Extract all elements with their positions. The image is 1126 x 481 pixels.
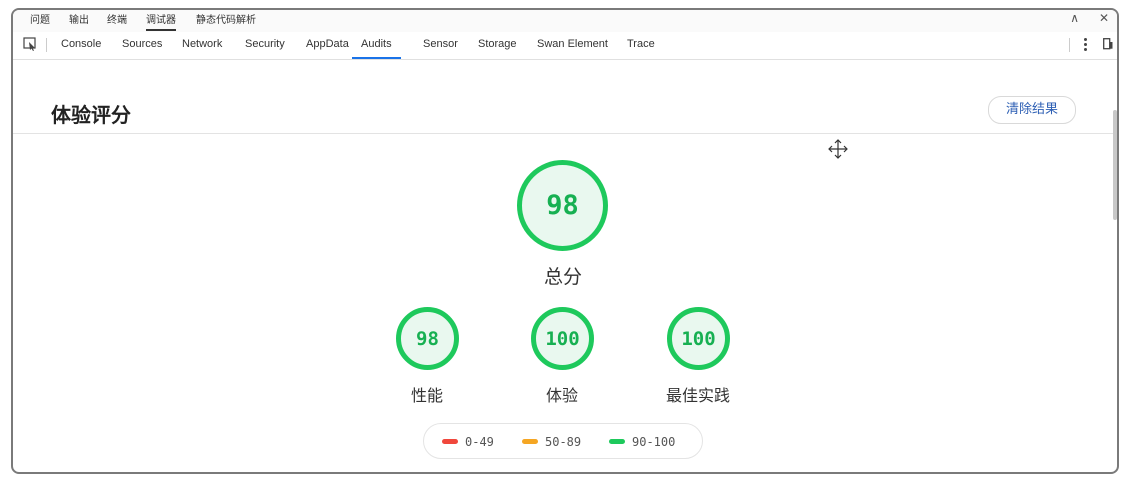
panel-tab-problems[interactable]: 问题 [30, 14, 50, 29]
best-practices-score-label: 最佳实践 [665, 386, 730, 405]
legend-swatch-green [609, 439, 625, 444]
inspect-element-icon[interactable] [23, 37, 37, 51]
close-icon[interactable]: ✕ [1099, 11, 1109, 25]
tab-console[interactable]: Console [61, 32, 101, 57]
legend-item-pass: 90-100 [609, 434, 675, 450]
tab-storage[interactable]: Storage [478, 32, 517, 57]
performance-score-label: 性能 [410, 386, 443, 405]
legend-item-fail: 0-49 [442, 434, 494, 450]
tab-network[interactable]: Network [182, 32, 222, 57]
panel-tab-debugger[interactable]: 调试器 [146, 14, 176, 31]
page-title: 体验评分 [51, 103, 131, 127]
audits-panel: 体验评分 清除结果 98 总分 98 性能 100 体验 100 最佳实践 0-… [13, 60, 1117, 472]
best-practices-score-gauge: 100 [667, 307, 730, 370]
panel-tab-output[interactable]: 输出 [69, 14, 89, 29]
experience-score-gauge: 100 [531, 307, 594, 370]
device-toggle-icon[interactable] [1103, 38, 1113, 50]
experience-score-label: 体验 [545, 386, 578, 405]
tab-swan-element[interactable]: Swan Element [537, 32, 608, 57]
performance-score-gauge: 98 [396, 307, 459, 370]
legend-swatch-orange [522, 439, 538, 444]
tab-appdata[interactable]: AppData [306, 32, 349, 57]
panel-tab-bar: 问题 输出 终端 调试器 静态代码解析 ∧ ✕ [13, 10, 1117, 32]
performance-score-value: 98 [416, 327, 439, 350]
legend-range: 90-100 [632, 435, 676, 449]
legend-range: 50-89 [545, 435, 582, 449]
vertical-scrollbar[interactable] [1113, 110, 1117, 220]
tab-sensor[interactable]: Sensor [423, 32, 458, 57]
overall-score-gauge: 98 [517, 160, 608, 251]
legend-item-average: 50-89 [522, 434, 581, 450]
toolbar-divider [46, 38, 47, 52]
toolbar-divider [1069, 38, 1070, 52]
best-practices-score-value: 100 [681, 327, 716, 350]
experience-score-value: 100 [545, 327, 580, 350]
page-header: 体验评分 清除结果 [13, 60, 1117, 134]
tab-security[interactable]: Security [245, 32, 285, 57]
devtools-toolbar: Console Sources Network Security AppData… [13, 32, 1117, 60]
tab-sources[interactable]: Sources [122, 32, 162, 57]
panel-tab-terminal[interactable]: 终端 [107, 14, 127, 29]
overall-score-value: 98 [546, 190, 579, 221]
tab-audits[interactable]: Audits [352, 32, 401, 59]
overall-score-label: 总分 [543, 266, 582, 288]
devtools-window: 问题 输出 终端 调试器 静态代码解析 ∧ ✕ Console Sources … [11, 8, 1119, 474]
more-options-icon[interactable] [1081, 36, 1089, 54]
clear-results-button[interactable]: 清除结果 [988, 96, 1076, 124]
legend-swatch-red [442, 439, 458, 444]
score-legend: 0-49 50-89 90-100 [423, 423, 703, 459]
panel-tab-static-analysis[interactable]: 静态代码解析 [196, 14, 256, 29]
chevron-up-icon[interactable]: ∧ [1070, 11, 1079, 25]
move-cursor-icon [828, 139, 848, 159]
legend-range: 0-49 [465, 435, 494, 449]
tab-trace[interactable]: Trace [627, 32, 655, 57]
